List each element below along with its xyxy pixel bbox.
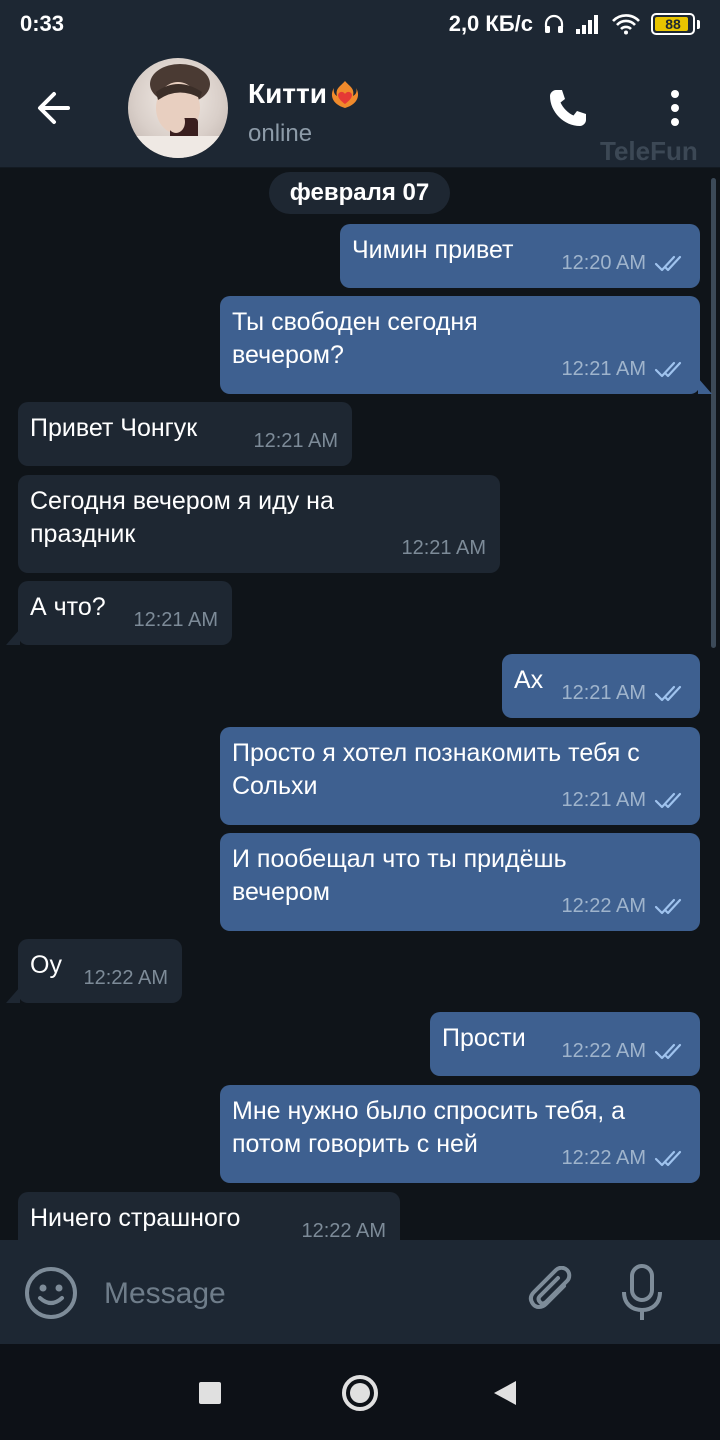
recents-icon[interactable] [199,1382,221,1404]
message-time: 12:21 AM [133,609,218,631]
message-incoming[interactable]: Сегодня вечером я иду на праздник 12:21 … [18,475,500,573]
message-outgoing[interactable]: Прости 12:22 AM [430,1012,700,1076]
message-text: Ты свободен сегодня вечером? [232,308,478,369]
message-time: 12:21 AM [253,430,338,452]
avatar[interactable] [128,58,228,158]
double-check-icon [654,1150,682,1166]
message-outgoing[interactable]: И пообещал что ты придёшь вечером 12:22 … [220,833,700,931]
avatar-photo [128,64,228,158]
nav-back-icon[interactable] [494,1381,516,1405]
chat-header: Китти online TeleFun [0,48,720,168]
microphone-icon[interactable] [620,1264,664,1322]
more-vertical-icon[interactable] [660,86,690,130]
message-time: 12:21 AM [561,789,646,811]
status-bar: 0:33 2,0 КБ/с 88 [0,0,720,48]
heart-on-fire-icon [331,81,358,108]
double-check-icon [654,792,682,808]
message-time: 12:22 AM [561,1040,646,1062]
bubble-tail [698,378,712,394]
message-incoming[interactable]: Оу 12:22 AM [6,939,182,1003]
double-check-icon [654,1043,682,1059]
bubble-tail [6,629,20,645]
status-icons: 2,0 КБ/с 88 [449,11,700,37]
message-outgoing[interactable]: Ах 12:21 AM [502,654,700,718]
message-incoming[interactable]: А что? 12:21 AM [6,581,232,645]
message-outgoing[interactable]: Мне нужно было спросить тебя, а потом го… [220,1085,700,1183]
chat-status: online [248,120,313,147]
date-separator: февраля 07 [269,172,450,214]
message-time: 12:22 AM [561,1147,646,1169]
chat-name[interactable]: Китти [248,78,361,110]
double-check-icon [654,685,682,701]
back-arrow-icon[interactable] [30,84,78,132]
status-time: 0:33 [20,11,65,36]
message-time: 12:22 AM [301,1220,386,1240]
paperclip-icon[interactable] [526,1266,580,1320]
message-text: Сегодня вечером я иду на праздник [30,487,334,548]
battery-level: 88 [665,16,681,32]
message-list[interactable]: февраля 07 Чимин привет 12:20 AM Ты своб… [0,168,720,1240]
headset-icon [544,14,564,33]
system-nav-bar [0,1344,720,1440]
emoji-icon[interactable] [24,1266,78,1320]
message-incoming[interactable]: Привет Чонгук 12:21 AM [18,402,352,466]
message-outgoing[interactable]: Просто я хотел познакомить тебя с Сольхи… [220,727,700,825]
double-check-icon [654,898,682,914]
message-incoming[interactable]: Ничего страшного 12:22 AM [18,1192,400,1240]
scrollbar[interactable] [711,178,716,648]
bubble-tail [6,987,20,1003]
phone-icon[interactable] [546,86,590,130]
message-time: 12:20 AM [561,252,646,274]
message-outgoing[interactable]: Ты свободен сегодня вечером? 12:21 AM [220,296,712,394]
signal-icon [576,15,598,34]
message-outgoing[interactable]: Чимин привет 12:20 AM [340,224,700,288]
battery-icon: 88 [651,13,695,35]
message-time: 12:21 AM [561,682,646,704]
message-input[interactable] [104,1272,504,1316]
message-time: 12:21 AM [561,358,646,380]
message-time: 12:22 AM [83,967,168,989]
network-speed: 2,0 КБ/с [448,11,533,36]
message-time: 12:21 AM [401,537,486,559]
wifi-icon [612,14,640,35]
message-time: 12:22 AM [561,895,646,917]
composer-bar [0,1240,720,1344]
chat-name-text: Китти [248,78,327,109]
double-check-icon [654,361,682,377]
watermark: TeleFun [600,136,698,166]
home-icon[interactable] [342,1375,378,1411]
double-check-icon [654,255,682,271]
